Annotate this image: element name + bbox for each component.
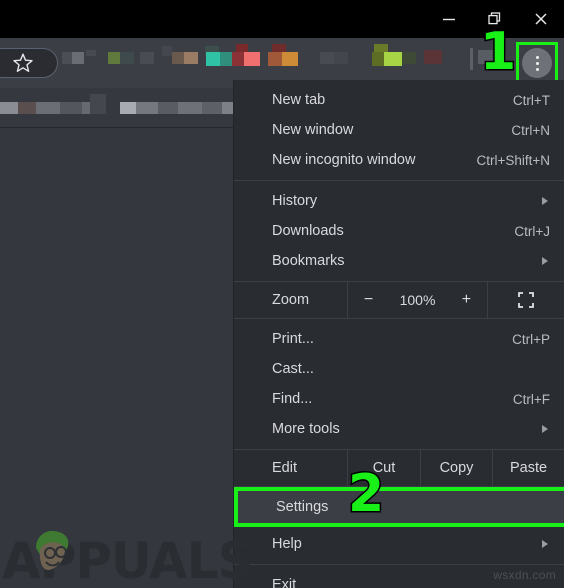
menu-group-help: Help	[234, 527, 564, 564]
menu-item-label: Print...	[272, 331, 314, 347]
menu-zoom-row: Zoom − 100% +	[234, 282, 564, 318]
close-icon	[532, 10, 550, 28]
bookmark-star-icon	[11, 51, 35, 75]
paste-button[interactable]: Paste	[493, 450, 564, 486]
menu-item-shortcut: Ctrl+Shift+N	[476, 152, 550, 168]
menu-group-tools: Print... Ctrl+P Cast... Find... Ctrl+F M…	[234, 319, 564, 449]
menu-item-new-window[interactable]: New window Ctrl+N	[234, 115, 564, 145]
zoom-label: Zoom	[234, 282, 348, 318]
menu-item-help[interactable]: Help	[234, 529, 564, 559]
menu-item-label: New incognito window	[272, 152, 416, 168]
menu-item-shortcut: Ctrl+T	[512, 92, 550, 108]
menu-item-label: Cast...	[272, 361, 314, 377]
annotation-step-2: 2	[346, 464, 385, 524]
menu-item-label: Bookmarks	[272, 253, 345, 269]
edit-label: Edit	[234, 450, 348, 486]
browser-window: New tab Ctrl+T New window Ctrl+N New inc…	[0, 0, 564, 588]
menu-item-settings-highlight: Settings	[234, 487, 564, 527]
menu-item-new-incognito-window[interactable]: New incognito window Ctrl+Shift+N	[234, 145, 564, 175]
menu-item-bookmarks[interactable]: Bookmarks	[234, 246, 564, 276]
menu-item-exit[interactable]: Exit	[234, 570, 564, 588]
chrome-main-menu: New tab Ctrl+T New window Ctrl+N New inc…	[233, 80, 564, 588]
menu-item-history[interactable]: History	[234, 186, 564, 216]
minimize-icon	[441, 11, 457, 27]
menu-item-shortcut: Ctrl+F	[512, 391, 550, 407]
menu-item-label: More tools	[272, 421, 340, 437]
menu-item-label: Help	[272, 536, 302, 552]
chevron-right-icon	[540, 256, 550, 266]
chrome-menu-button-highlight	[516, 42, 558, 84]
zoom-level-value: 100%	[399, 292, 436, 308]
three-dot-menu-icon	[535, 55, 539, 59]
menu-item-print[interactable]: Print... Ctrl+P	[234, 324, 564, 354]
menu-item-label: New tab	[272, 92, 326, 108]
menu-group-browse: History Downloads Ctrl+J Bookmarks	[234, 181, 564, 281]
chevron-right-icon	[540, 424, 550, 434]
chrome-menu-button[interactable]	[522, 48, 552, 78]
menu-item-find[interactable]: Find... Ctrl+F	[234, 384, 564, 414]
menu-item-downloads[interactable]: Downloads Ctrl+J	[234, 216, 564, 246]
minimize-button[interactable]	[426, 4, 472, 34]
menu-item-label: Settings	[276, 499, 329, 515]
menu-item-more-tools[interactable]: More tools	[234, 414, 564, 444]
fullscreen-icon	[518, 292, 534, 308]
menu-item-shortcut: Ctrl+P	[512, 331, 550, 347]
annotation-step-1: 1	[478, 22, 517, 82]
menu-group-exit: Exit	[234, 565, 564, 588]
zoom-controls: − 100% +	[348, 282, 488, 318]
menu-item-settings[interactable]: Settings	[238, 491, 564, 523]
chevron-right-icon	[540, 196, 550, 206]
menu-item-label: Downloads	[272, 223, 344, 239]
copy-button[interactable]: Copy	[421, 450, 493, 486]
menu-item-new-tab[interactable]: New tab Ctrl+T	[234, 85, 564, 115]
menu-item-label: New window	[272, 122, 354, 138]
close-button[interactable]	[518, 4, 564, 34]
bookmark-button[interactable]	[0, 48, 58, 78]
menu-item-cast[interactable]: Cast...	[234, 354, 564, 384]
zoom-out-button[interactable]: −	[360, 291, 378, 309]
menu-group-new: New tab Ctrl+T New window Ctrl+N New inc…	[234, 80, 564, 180]
chevron-right-icon	[540, 539, 550, 549]
menu-edit-row: Edit Cut Copy Paste	[234, 450, 564, 486]
menu-item-label: Find...	[272, 391, 313, 407]
menu-item-label: History	[272, 193, 318, 209]
menu-item-shortcut: Ctrl+J	[514, 223, 550, 239]
menu-item-shortcut: Ctrl+N	[511, 122, 550, 138]
menu-item-label: Exit	[272, 577, 297, 588]
fullscreen-button[interactable]	[488, 282, 564, 318]
zoom-in-button[interactable]: +	[457, 291, 475, 309]
